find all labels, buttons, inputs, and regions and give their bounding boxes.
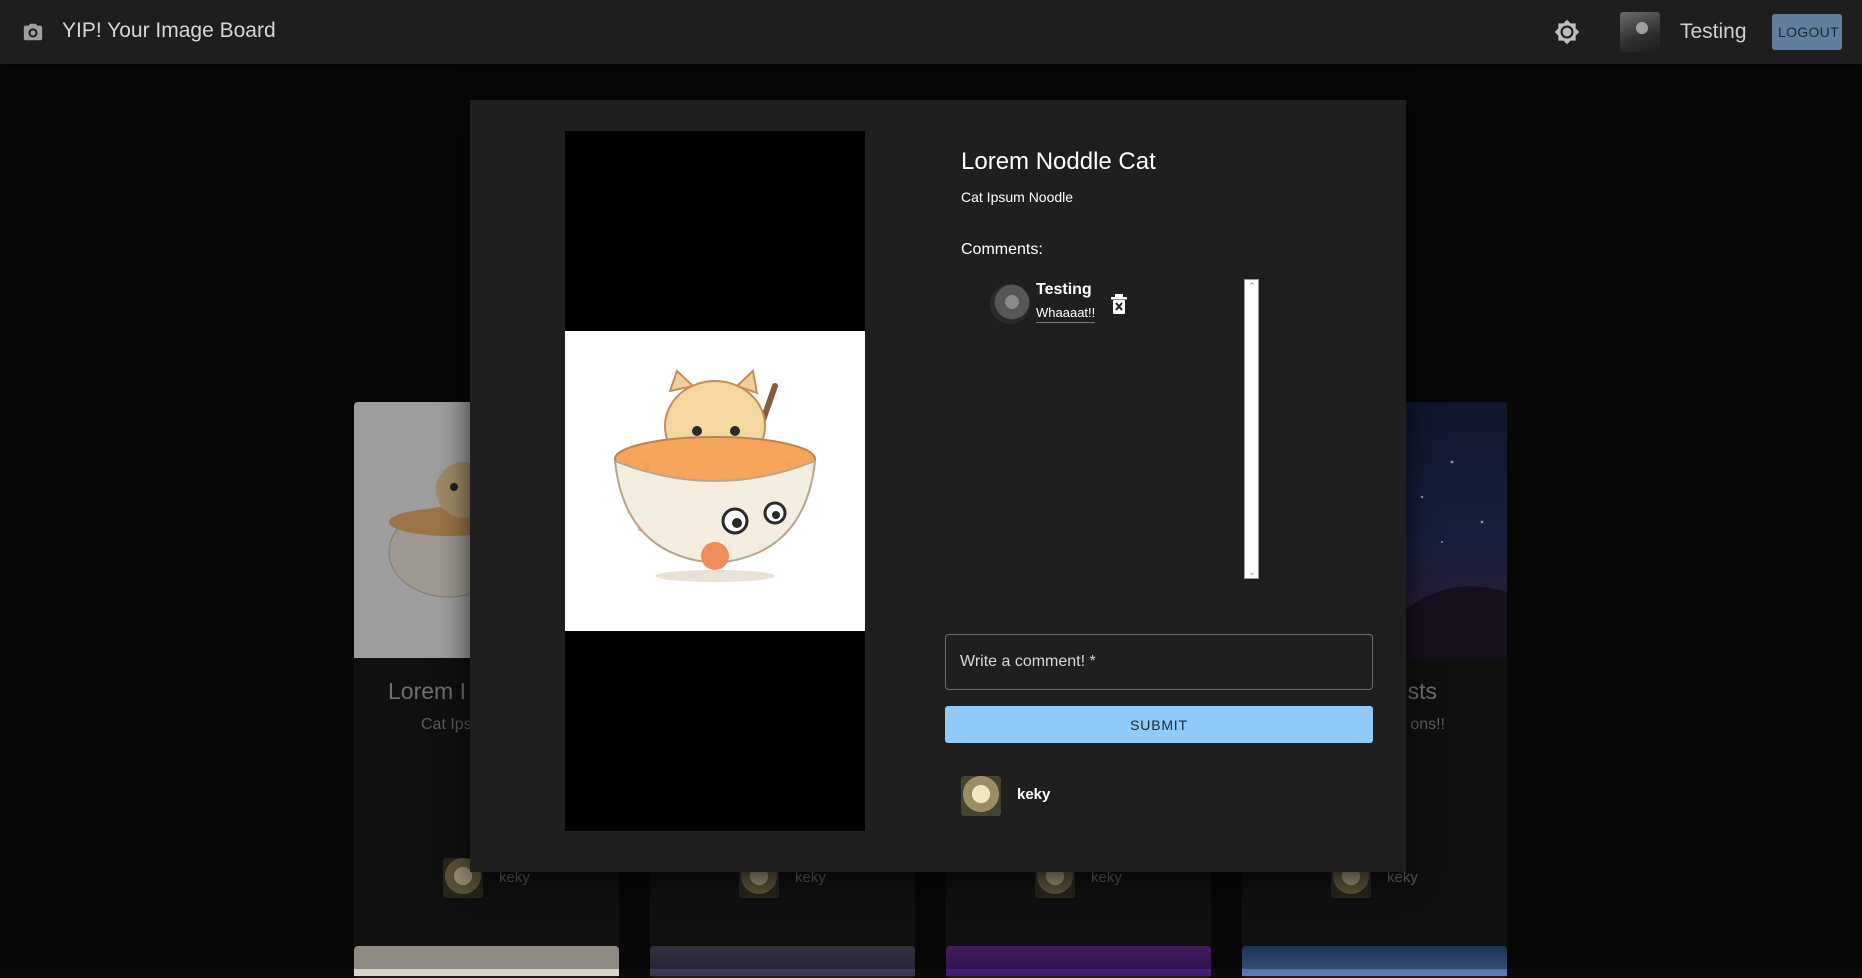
scroll-down-arrow[interactable]: ⌄	[1248, 568, 1256, 577]
comment-list: Testing Whaaaat!!	[978, 279, 1228, 579]
post-title: Lorem Noddle Cat	[961, 148, 1156, 175]
image-detail-dialog: Lorem Noddle Cat Cat Ipsum Noodle Commen…	[470, 100, 1406, 872]
app-bar: YIP! Your Image Board Testing LOGOUT	[0, 0, 1862, 64]
comment-input[interactable]	[945, 634, 1373, 690]
post-image	[565, 331, 865, 631]
comment-scrollbar[interactable]: ⌃ ⌄	[1244, 279, 1259, 579]
comment-author: Testing	[1036, 281, 1092, 298]
comment-text: Whaaaat!!	[1036, 305, 1096, 323]
comment-avatar	[990, 284, 1030, 324]
cat-noodle-illustration	[613, 369, 817, 582]
owner-username: keky	[1017, 786, 1051, 803]
post-image-frame	[565, 131, 865, 831]
owner-avatar	[961, 776, 1001, 816]
delete-icon[interactable]	[1110, 293, 1128, 315]
post-description: Cat Ipsum Noodle	[961, 189, 1074, 205]
comments-heading: Comments:	[961, 241, 1043, 258]
brightness-icon[interactable]	[1554, 19, 1580, 45]
app-title: YIP! Your Image Board	[62, 19, 276, 42]
header-username: Testing	[1680, 20, 1747, 43]
user-avatar[interactable]	[1620, 12, 1660, 52]
submit-comment-button[interactable]: SUBMIT	[945, 706, 1373, 743]
logout-button[interactable]: LOGOUT	[1772, 14, 1842, 50]
scroll-up-arrow[interactable]: ⌃	[1248, 282, 1256, 291]
camera-icon	[23, 23, 43, 41]
comment-item: Testing Whaaaat!!	[978, 279, 1228, 329]
